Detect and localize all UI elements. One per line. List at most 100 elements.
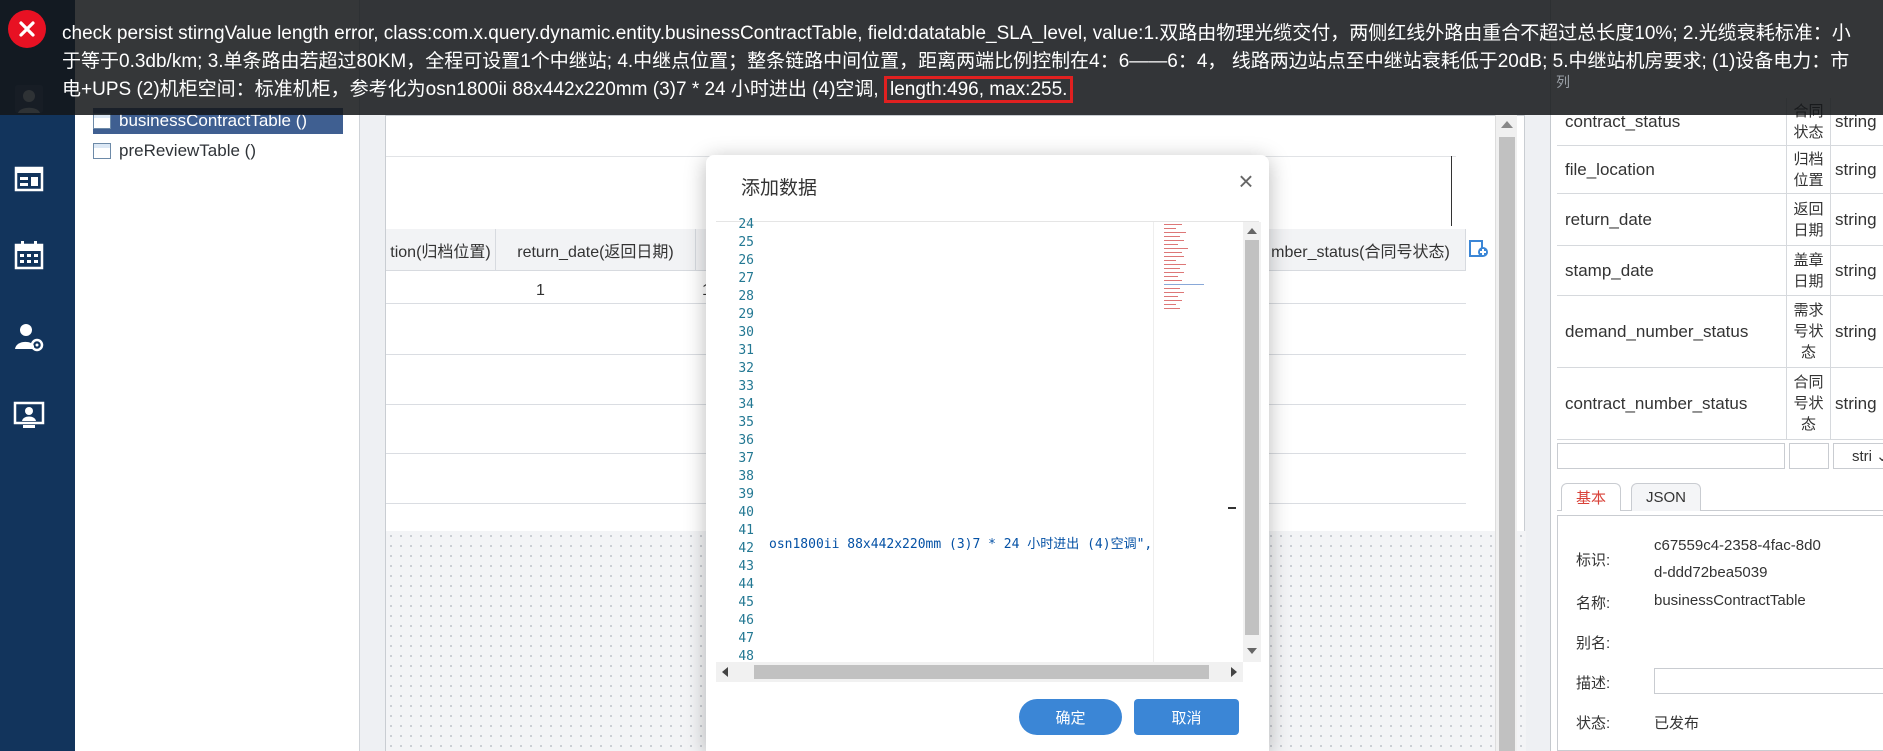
add-column-icon[interactable] xyxy=(1468,238,1490,260)
line-number: 46 xyxy=(738,613,754,628)
column-name: return_date xyxy=(1557,194,1787,245)
scroll-right-icon[interactable] xyxy=(1231,667,1237,677)
info-status: 状态: 已发布 xyxy=(1564,712,1883,734)
description-input[interactable] xyxy=(1654,668,1883,694)
column-row[interactable]: stamp_date 盖章日期 string xyxy=(1557,246,1883,296)
info-name: 名称: businessContractTable xyxy=(1564,592,1883,614)
info-label: 标识: xyxy=(1576,552,1611,569)
scroll-thumb[interactable] xyxy=(1499,137,1515,751)
table-icon xyxy=(93,113,111,129)
line-number: 36 xyxy=(738,433,754,448)
minimap-line xyxy=(1164,304,1176,305)
cancel-button[interactable]: 取消 xyxy=(1134,699,1239,735)
user-settings-icon[interactable] xyxy=(12,320,46,354)
column-cn: 盖章日期 xyxy=(1787,246,1831,295)
properties-tabs: 基本 JSON xyxy=(1557,483,1883,511)
column-header[interactable]: mber_status(合同号状态) xyxy=(1256,229,1466,271)
line-number: 33 xyxy=(738,379,754,394)
minimap-line xyxy=(1164,232,1186,233)
minimap-line xyxy=(1164,228,1176,229)
minimap-line xyxy=(1164,248,1188,249)
column-name: demand_number_status xyxy=(1557,296,1787,367)
confirm-button[interactable]: 确定 xyxy=(1019,699,1122,735)
column-type: string xyxy=(1835,209,1877,229)
error-length-highlight: length:496, max:255. xyxy=(883,76,1074,103)
info-status-value: 已发布 xyxy=(1654,715,1700,732)
line-number: 47 xyxy=(738,631,754,646)
error-message: check persist stirngValue length error, … xyxy=(62,20,1862,104)
minimap-line xyxy=(1164,260,1176,261)
line-number: 27 xyxy=(738,271,754,286)
info-alias: 别名: xyxy=(1564,632,1883,654)
column-cn: 需求号状态 xyxy=(1787,296,1831,367)
minimap-line xyxy=(1164,244,1178,245)
scroll-thumb[interactable] xyxy=(754,665,1209,679)
code-text-line-38[interactable]: osn1800ii 88x442x220mm (3)7 * 24 小时进出 (4… xyxy=(769,533,1152,552)
minimap-line xyxy=(1164,296,1178,297)
line-number: 34 xyxy=(738,397,754,412)
info-label: 状态: xyxy=(1576,715,1611,732)
minimap-cursor-marker xyxy=(1228,507,1236,509)
minimap-line xyxy=(1164,280,1182,281)
monitor-user-icon[interactable] xyxy=(12,398,46,432)
column-row[interactable]: demand_number_status 需求号状态 string xyxy=(1557,296,1883,368)
line-number: 42 xyxy=(738,541,754,556)
tab-basic[interactable]: 基本 xyxy=(1561,483,1622,511)
table-cell[interactable]: 1 xyxy=(536,282,545,300)
chevron-down-icon: ⌄ xyxy=(1876,448,1883,465)
column-header[interactable]: return_date(返回日期) xyxy=(496,229,696,271)
add-data-dialog: 添加数据 × 24 25 26 27 28 29 30 31 32 33 34 … xyxy=(706,155,1269,751)
line-number: 28 xyxy=(738,289,754,304)
column-row[interactable]: contract_number_status 合同号状态 string xyxy=(1557,368,1883,440)
minimap-line xyxy=(1164,240,1184,241)
info-id-value: c67559c4-2358-4fac-8d0d-ddd72bea5039 xyxy=(1654,537,1821,581)
main-vertical-scrollbar[interactable] xyxy=(1495,115,1517,751)
column-name: stamp_date xyxy=(1557,246,1787,295)
minimap-line xyxy=(1164,292,1184,293)
minimap-line xyxy=(1164,252,1182,253)
scroll-left-icon[interactable] xyxy=(722,667,728,677)
minimap-line xyxy=(1164,224,1182,225)
new-column-row: stri ⌄ xyxy=(1557,440,1883,470)
type-select-value: stri xyxy=(1852,447,1872,465)
minimap-line xyxy=(1164,288,1180,289)
column-type: string xyxy=(1835,393,1877,413)
divider xyxy=(1451,156,1452,226)
column-row[interactable]: file_location 归档位置 string xyxy=(1557,146,1883,194)
line-number: 24 xyxy=(738,217,754,232)
minimap-line xyxy=(1164,272,1184,273)
calendar-icon[interactable] xyxy=(12,238,46,272)
minimap-line xyxy=(1164,264,1186,265)
close-icon[interactable]: × xyxy=(1234,168,1258,194)
column-header[interactable]: tion(归档位置) xyxy=(386,229,496,271)
editor-horizontal-scrollbar[interactable] xyxy=(716,662,1243,682)
column-type-select[interactable]: stri ⌄ xyxy=(1833,443,1883,469)
column-cn: 归档位置 xyxy=(1787,146,1831,193)
scroll-up-icon[interactable] xyxy=(1501,121,1513,128)
tree-item-pre-review-table[interactable]: preReviewTable () xyxy=(93,138,343,164)
info-desc: 描述: xyxy=(1564,668,1883,694)
table-icon xyxy=(93,143,111,159)
code-editor[interactable]: 24 25 26 27 28 29 30 31 32 33 34 35 36 3… xyxy=(716,217,1261,687)
line-number: 32 xyxy=(738,361,754,376)
minimap-line xyxy=(1164,276,1178,277)
minimap-line xyxy=(1164,284,1204,285)
tab-json[interactable]: JSON xyxy=(1631,483,1702,511)
info-label: 别名: xyxy=(1576,635,1611,652)
code-minimap[interactable] xyxy=(1153,222,1213,662)
minimap-line xyxy=(1164,236,1180,237)
line-number: 35 xyxy=(738,415,754,430)
error-icon xyxy=(8,10,46,48)
minimap-line xyxy=(1164,300,1182,301)
scroll-up-icon[interactable] xyxy=(1247,228,1257,234)
new-column-name-input[interactable] xyxy=(1557,443,1785,469)
new-column-cn-input[interactable] xyxy=(1789,443,1829,469)
scroll-down-icon[interactable] xyxy=(1247,648,1257,654)
column-name: file_location xyxy=(1557,146,1787,193)
line-number: 30 xyxy=(738,325,754,340)
dashboard-icon[interactable] xyxy=(12,162,46,196)
column-row[interactable]: return_date 返回日期 string xyxy=(1557,194,1883,246)
editor-vertical-scrollbar[interactable] xyxy=(1243,222,1261,662)
scroll-thumb[interactable] xyxy=(1245,240,1259,635)
columns-header-label: 列 xyxy=(1556,74,1570,90)
